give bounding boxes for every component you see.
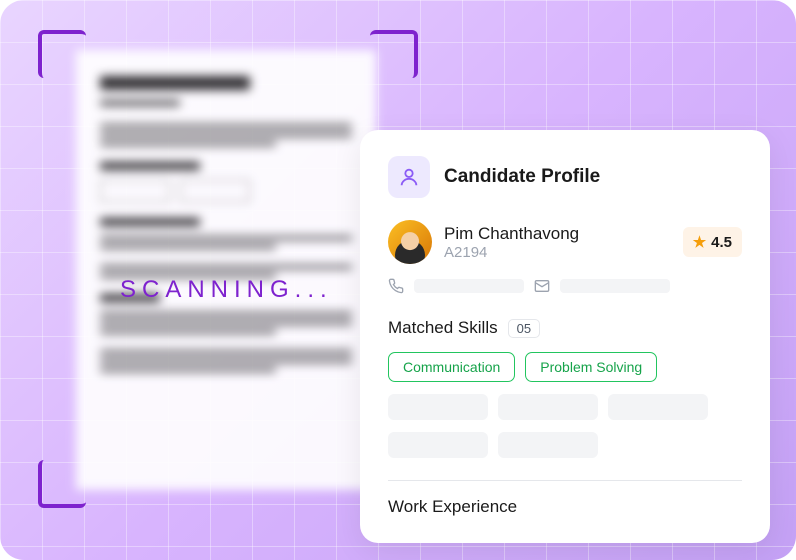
candidate-name: Pim Chanthavong — [444, 224, 671, 244]
skill-chip[interactable]: Problem Solving — [525, 352, 657, 382]
rating-value: 4.5 — [711, 234, 732, 251]
email-icon — [534, 278, 550, 294]
skill-chip[interactable]: Communication — [388, 352, 515, 382]
skills-row-skeleton — [388, 432, 742, 458]
rating-badge: ★ 4.5 — [683, 227, 742, 257]
skill-placeholder — [388, 394, 488, 420]
candidate-id: A2194 — [444, 244, 671, 261]
skill-placeholder — [498, 394, 598, 420]
canvas: SCANNING... Candidate Profile Pim Chanth… — [0, 0, 796, 560]
skills-header: Matched Skills 05 — [388, 318, 742, 338]
skills-title: Matched Skills — [388, 318, 498, 338]
phone-icon — [388, 278, 404, 294]
profile-icon-box — [388, 156, 430, 198]
star-icon: ★ — [693, 233, 706, 251]
skill-placeholder — [388, 432, 488, 458]
skills-row-skeleton — [388, 394, 742, 420]
phone-placeholder — [414, 279, 524, 293]
card-header: Candidate Profile — [388, 156, 742, 198]
card-title: Candidate Profile — [444, 166, 600, 188]
skills-row-matched: Communication Problem Solving — [388, 352, 742, 382]
candidate-row: Pim Chanthavong A2194 ★ 4.5 — [388, 220, 742, 264]
candidate-info: Pim Chanthavong A2194 — [444, 224, 671, 261]
candidate-profile-card: Candidate Profile Pim Chanthavong A2194 … — [360, 130, 770, 543]
skill-placeholder — [498, 432, 598, 458]
email-placeholder — [560, 279, 670, 293]
work-experience-title: Work Experience — [388, 497, 742, 517]
user-icon — [398, 166, 420, 188]
scanning-label: SCANNING... — [120, 276, 333, 304]
resume-document-blurred — [76, 50, 376, 490]
avatar[interactable] — [388, 220, 432, 264]
contact-row — [388, 278, 742, 294]
skill-placeholder — [608, 394, 708, 420]
skills-count: 05 — [508, 319, 540, 338]
divider — [388, 480, 742, 481]
